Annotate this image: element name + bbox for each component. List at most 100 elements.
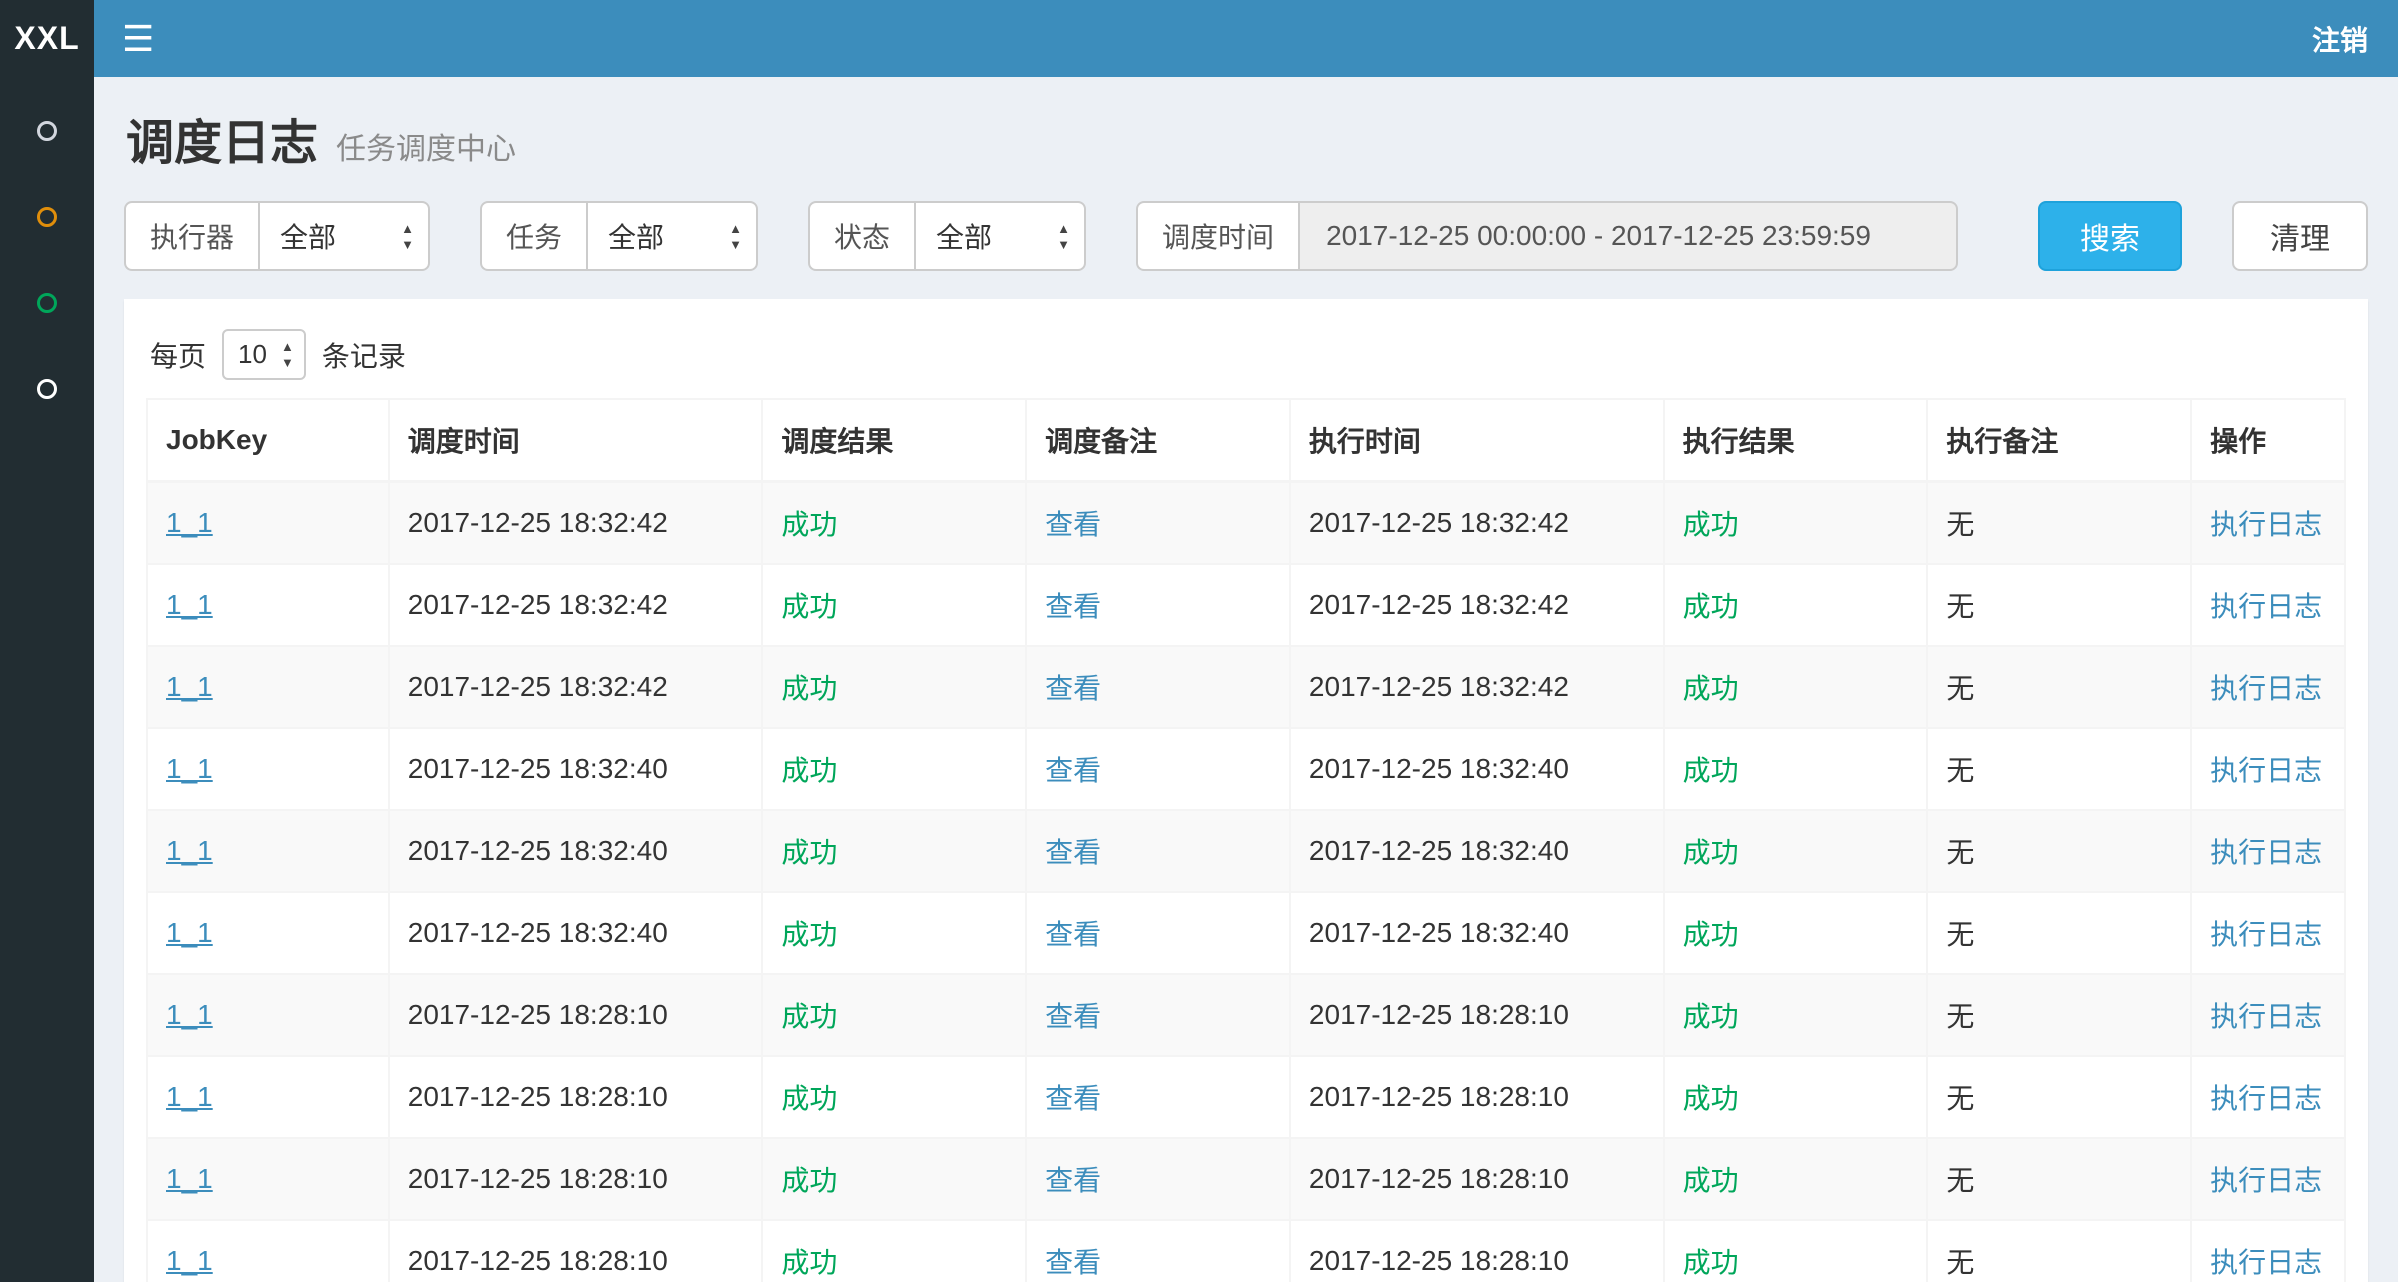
cell-jobkey: 1_1 xyxy=(147,1138,389,1220)
cell-handle-time: 2017-12-25 18:32:42 xyxy=(1290,646,1664,728)
handle-msg-text: 无 xyxy=(1946,591,1974,622)
cell-action: 执行日志 xyxy=(2191,1220,2345,1282)
cell-trigger-time: 2017-12-25 18:28:10 xyxy=(389,1220,763,1282)
exec-log-link[interactable]: 执行日志 xyxy=(2210,1165,2322,1196)
jobkey-link[interactable]: 1_1 xyxy=(166,507,213,538)
sidebar-item-1 circle-icon[interactable] xyxy=(37,121,57,141)
header-handle-msg: 执行备注 xyxy=(1927,399,2191,482)
handle-msg-text: 无 xyxy=(1946,755,1974,786)
trigger-msg-view-link[interactable]: 查看 xyxy=(1045,509,1101,540)
jobkey-link[interactable]: 1_1 xyxy=(166,589,213,620)
select-stepper-icon: ▲▼ xyxy=(401,222,414,251)
cell-handle-time: 2017-12-25 18:32:42 xyxy=(1290,482,1664,565)
exec-log-link[interactable]: 执行日志 xyxy=(2210,509,2322,540)
trigger-result-badge: 成功 xyxy=(781,1083,837,1114)
sidebar-toggle-icon[interactable]: ☰ xyxy=(122,21,154,57)
logo[interactable]: XXL xyxy=(0,0,94,77)
logout-link[interactable]: 注销 xyxy=(2312,19,2368,59)
exec-log-link[interactable]: 执行日志 xyxy=(2210,1001,2322,1032)
trigger-msg-view-link[interactable]: 查看 xyxy=(1045,673,1101,704)
exec-log-link[interactable]: 执行日志 xyxy=(2210,673,2322,704)
executor-filter-label: 执行器 xyxy=(124,201,258,271)
cell-trigger-result: 成功 xyxy=(762,482,1026,565)
executor-select-value: 全部 xyxy=(280,216,336,256)
cell-trigger-time: 2017-12-25 18:28:10 xyxy=(389,974,763,1056)
trigger-result-badge: 成功 xyxy=(781,1001,837,1032)
logo-text: XXL xyxy=(14,20,79,57)
jobkey-link[interactable]: 1_1 xyxy=(166,753,213,784)
jobkey-link[interactable]: 1_1 xyxy=(166,835,213,866)
handle-result-badge: 成功 xyxy=(1683,591,1739,622)
trigger-msg-view-link[interactable]: 查看 xyxy=(1045,1247,1101,1278)
trigger-msg-view-link[interactable]: 查看 xyxy=(1045,1165,1101,1196)
cell-handle-msg: 无 xyxy=(1927,892,2191,974)
cell-jobkey: 1_1 xyxy=(147,1220,389,1282)
jobkey-link[interactable]: 1_1 xyxy=(166,1163,213,1194)
cell-trigger-result: 成功 xyxy=(762,974,1026,1056)
trigger-time-range-input[interactable]: 2017-12-25 00:00:00 - 2017-12-25 23:59:5… xyxy=(1298,201,1958,271)
exec-log-link[interactable]: 执行日志 xyxy=(2210,755,2322,786)
handle-result-badge: 成功 xyxy=(1683,755,1739,786)
job-filter-label: 任务 xyxy=(480,201,586,271)
exec-log-link[interactable]: 执行日志 xyxy=(2210,919,2322,950)
search-button[interactable]: 搜索 xyxy=(2038,201,2182,271)
cell-handle-time: 2017-12-25 18:28:10 xyxy=(1290,1138,1664,1220)
clear-button[interactable]: 清理 xyxy=(2232,201,2368,271)
trigger-msg-view-link[interactable]: 查看 xyxy=(1045,919,1101,950)
jobkey-link[interactable]: 1_1 xyxy=(166,1081,213,1112)
exec-log-link[interactable]: 执行日志 xyxy=(2210,1083,2322,1114)
exec-log-link[interactable]: 执行日志 xyxy=(2210,591,2322,622)
cell-handle-time: 2017-12-25 18:28:10 xyxy=(1290,974,1664,1056)
trigger-msg-view-link[interactable]: 查看 xyxy=(1045,591,1101,622)
navbar-right: ☰ 注销 xyxy=(94,0,2398,77)
sidebar-item-2 circle-icon[interactable] xyxy=(37,207,57,227)
log-table: JobKey 调度时间 调度结果 调度备注 执行时间 执行结果 执行备注 操作 … xyxy=(146,398,2346,1282)
cell-trigger-time: 2017-12-25 18:28:10 xyxy=(389,1138,763,1220)
cell-handle-msg: 无 xyxy=(1927,1138,2191,1220)
header-jobkey: JobKey xyxy=(147,399,389,482)
job-select[interactable]: 全部 ▲▼ xyxy=(586,201,758,271)
jobkey-link[interactable]: 1_1 xyxy=(166,671,213,702)
sidebar-item-3 circle-icon[interactable] xyxy=(37,293,57,313)
cell-handle-time: 2017-12-25 18:32:40 xyxy=(1290,728,1664,810)
select-stepper-icon: ▲▼ xyxy=(729,222,742,251)
cell-handle-result: 成功 xyxy=(1664,1138,1928,1220)
cell-trigger-result: 成功 xyxy=(762,1220,1026,1282)
status-select[interactable]: 全部 ▲▼ xyxy=(914,201,1086,271)
page-length-select[interactable]: 10 ▲▼ xyxy=(222,329,306,380)
cell-jobkey: 1_1 xyxy=(147,646,389,728)
cell-jobkey: 1_1 xyxy=(147,1056,389,1138)
trigger-msg-view-link[interactable]: 查看 xyxy=(1045,837,1101,868)
cell-handle-msg: 无 xyxy=(1927,564,2191,646)
cell-handle-msg: 无 xyxy=(1927,974,2191,1056)
jobkey-link[interactable]: 1_1 xyxy=(166,999,213,1030)
cell-action: 执行日志 xyxy=(2191,564,2345,646)
table-row: 1_1 2017-12-25 18:32:40 成功 查看 2017-12-25… xyxy=(147,892,2345,974)
cell-trigger-msg: 查看 xyxy=(1026,810,1290,892)
cell-jobkey: 1_1 xyxy=(147,564,389,646)
exec-log-link[interactable]: 执行日志 xyxy=(2210,1247,2322,1278)
cell-trigger-msg: 查看 xyxy=(1026,646,1290,728)
page-length-prefix: 每页 xyxy=(150,335,206,375)
cell-action: 执行日志 xyxy=(2191,482,2345,565)
executor-select[interactable]: 全部 ▲▼ xyxy=(258,201,430,271)
cell-trigger-msg: 查看 xyxy=(1026,974,1290,1056)
sidebar-item-4 circle-icon[interactable] xyxy=(37,379,57,399)
cell-jobkey: 1_1 xyxy=(147,810,389,892)
handle-msg-text: 无 xyxy=(1946,509,1974,540)
jobkey-link[interactable]: 1_1 xyxy=(166,1245,213,1276)
trigger-msg-view-link[interactable]: 查看 xyxy=(1045,1001,1101,1032)
cell-handle-result: 成功 xyxy=(1664,892,1928,974)
handle-result-badge: 成功 xyxy=(1683,1165,1739,1196)
trigger-msg-view-link[interactable]: 查看 xyxy=(1045,755,1101,786)
cell-handle-result: 成功 xyxy=(1664,810,1928,892)
exec-log-link[interactable]: 执行日志 xyxy=(2210,837,2322,868)
cell-handle-time: 2017-12-25 18:28:10 xyxy=(1290,1056,1664,1138)
trigger-result-badge: 成功 xyxy=(781,919,837,950)
cell-handle-result: 成功 xyxy=(1664,646,1928,728)
cell-trigger-time: 2017-12-25 18:32:42 xyxy=(389,482,763,565)
trigger-msg-view-link[interactable]: 查看 xyxy=(1045,1083,1101,1114)
cell-trigger-time: 2017-12-25 18:32:42 xyxy=(389,646,763,728)
handle-msg-text: 无 xyxy=(1946,1001,1974,1032)
jobkey-link[interactable]: 1_1 xyxy=(166,917,213,948)
